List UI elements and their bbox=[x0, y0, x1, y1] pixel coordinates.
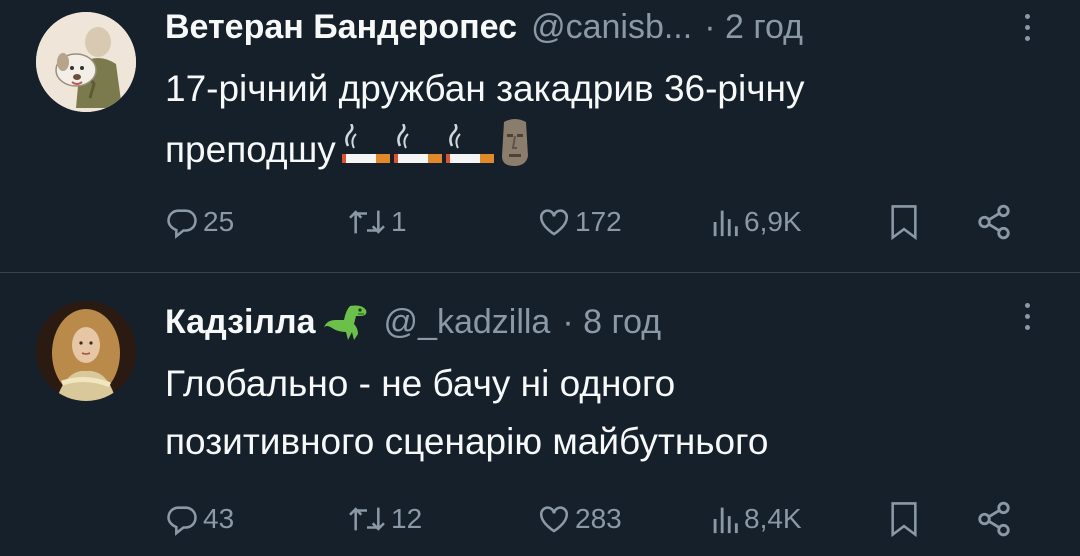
reply-button[interactable]: 25 bbox=[165, 200, 234, 244]
moai-emoji bbox=[501, 119, 528, 166]
timestamp[interactable]: · 8 год bbox=[562, 303, 661, 342]
views-icon bbox=[713, 210, 738, 237]
bookmark-button[interactable] bbox=[887, 497, 921, 541]
share-icon bbox=[978, 501, 1010, 537]
t-rex-icon bbox=[323, 305, 366, 340]
retweet-icon bbox=[349, 507, 385, 531]
bookmark-button[interactable] bbox=[887, 200, 921, 244]
like-count: 172 bbox=[575, 206, 622, 237]
heart-icon bbox=[539, 209, 569, 236]
views-button[interactable]: 6,9K bbox=[710, 200, 802, 244]
avatar-image bbox=[36, 12, 136, 112]
retweet-count: 12 bbox=[391, 503, 423, 534]
like-button[interactable]: 172 bbox=[537, 200, 622, 244]
avatar[interactable] bbox=[36, 301, 136, 401]
reply-icon bbox=[167, 506, 197, 536]
views-count: 8,4K bbox=[744, 503, 802, 534]
tweet-text-line: преподшу bbox=[165, 129, 336, 170]
share-button[interactable] bbox=[975, 497, 1013, 541]
bookmark-icon bbox=[891, 205, 917, 241]
heart-icon bbox=[539, 506, 569, 533]
avatar-image bbox=[36, 301, 136, 401]
avatar[interactable] bbox=[36, 12, 136, 112]
retweet-count: 1 bbox=[391, 206, 407, 237]
views-button[interactable]: 8,4K bbox=[710, 497, 802, 541]
cigarette-emoji bbox=[393, 124, 442, 163]
bookmark-icon bbox=[891, 502, 917, 538]
reply-count: 25 bbox=[203, 206, 235, 237]
share-icon bbox=[978, 204, 1010, 240]
tweet[interactable]: Кадзілла @_kadzilla · 8 год Глобально - … bbox=[0, 273, 1080, 556]
views-icon bbox=[713, 507, 738, 534]
tweet-text-line: позитивного сценарію майбутнього bbox=[165, 421, 769, 462]
reply-icon bbox=[167, 209, 197, 239]
timestamp[interactable]: · 2 год bbox=[704, 8, 803, 47]
share-button[interactable] bbox=[975, 200, 1013, 244]
display-name[interactable]: Ветеран Бандеропес bbox=[165, 8, 517, 47]
more-options-icon[interactable] bbox=[1022, 303, 1032, 330]
cigarette-emoji bbox=[445, 124, 494, 163]
tweet[interactable]: Ветеран Бандеропес @canisb... · 2 год 17… bbox=[0, 0, 1080, 272]
tweet-text: Глобально - не бачу ні одного позитивног… bbox=[165, 355, 1045, 471]
tweet-text: 17-річний дружбан закадрив 36-річну преп… bbox=[165, 60, 1045, 179]
reply-button[interactable]: 43 bbox=[165, 497, 234, 541]
views-count: 6,9K bbox=[744, 206, 802, 237]
retweet-button[interactable]: 12 bbox=[347, 497, 422, 541]
tweet-header: Кадзілла @_kadzilla · 8 год bbox=[165, 297, 661, 347]
more-options-icon[interactable] bbox=[1022, 14, 1032, 41]
retweet-button[interactable]: 1 bbox=[347, 200, 407, 244]
reply-count: 43 bbox=[203, 503, 235, 534]
display-name[interactable]: Кадзілла bbox=[165, 303, 316, 342]
cigarette-emoji bbox=[341, 124, 390, 163]
t-rex-emoji bbox=[323, 302, 370, 342]
tweet-text-line: Глобально - не бачу ні одного bbox=[165, 363, 676, 404]
username[interactable]: @canisb... bbox=[531, 8, 692, 47]
tweet-text-line: 17-річний дружбан закадрив 36-річну bbox=[165, 68, 805, 109]
tweet-actions: 43 12 283 8,4K bbox=[165, 497, 1025, 541]
like-button[interactable]: 283 bbox=[537, 497, 622, 541]
emoji-row bbox=[341, 118, 532, 168]
like-count: 283 bbox=[575, 503, 622, 534]
retweet-icon bbox=[349, 210, 385, 234]
tweet-actions: 25 1 172 6,9K bbox=[165, 200, 1025, 244]
username[interactable]: @_kadzilla bbox=[384, 303, 551, 342]
tweet-header: Ветеран Бандеропес @canisb... · 2 год bbox=[165, 2, 803, 52]
